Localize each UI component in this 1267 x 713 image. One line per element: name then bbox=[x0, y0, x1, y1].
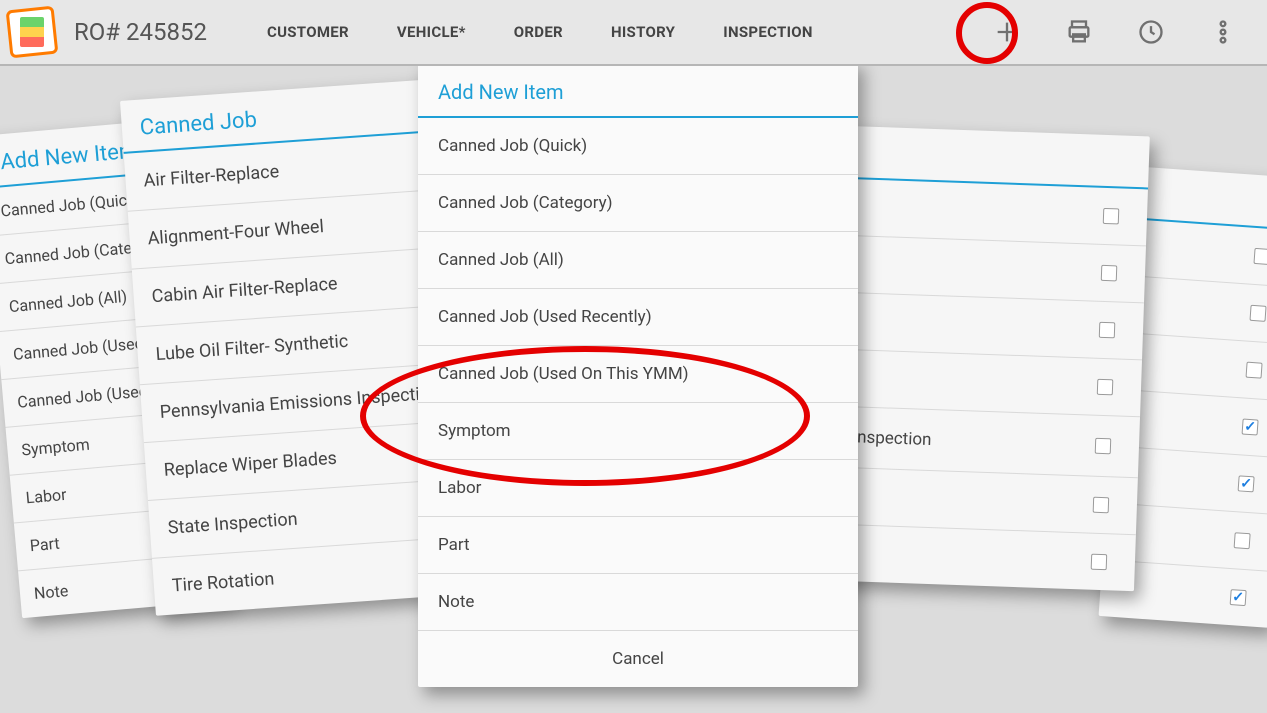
option-canned-recent[interactable]: Canned Job (Used Recently) bbox=[418, 289, 858, 346]
clock-icon bbox=[1137, 18, 1165, 46]
list-item[interactable] bbox=[834, 525, 1136, 591]
checkbox-icon[interactable] bbox=[1103, 208, 1120, 225]
history-button[interactable] bbox=[1125, 6, 1177, 58]
dialog-add-new-item: Add New Item Canned Job (Quick) Canned J… bbox=[418, 60, 858, 687]
more-vert-icon bbox=[1209, 18, 1237, 46]
row-label: nspection bbox=[857, 427, 932, 450]
checkbox-icon[interactable] bbox=[1230, 589, 1247, 606]
stage: nspection Add New Item Canned Job (Quick… bbox=[0, 66, 1267, 713]
checkbox-icon[interactable] bbox=[1249, 305, 1266, 322]
printer-icon bbox=[1065, 18, 1093, 46]
list-item[interactable] bbox=[836, 468, 1138, 535]
checkbox-icon[interactable] bbox=[1238, 475, 1255, 492]
checkbox-icon[interactable] bbox=[1091, 554, 1108, 571]
checkbox-icon[interactable] bbox=[1253, 248, 1267, 265]
add-button[interactable] bbox=[981, 6, 1033, 58]
tab-order[interactable]: ORDER bbox=[490, 23, 587, 41]
option-canned-all[interactable]: Canned Job (All) bbox=[418, 232, 858, 289]
list-item[interactable] bbox=[846, 179, 1148, 246]
top-toolbar: RO# 245852 CUSTOMER VEHICLE* ORDER HISTO… bbox=[0, 0, 1267, 66]
tab-vehicle[interactable]: VEHICLE* bbox=[373, 23, 490, 41]
list-item[interactable] bbox=[840, 350, 1142, 417]
option-symptom[interactable]: Symptom bbox=[418, 403, 858, 460]
checkbox-icon[interactable] bbox=[1242, 418, 1259, 435]
list-item[interactable] bbox=[842, 293, 1144, 360]
option-canned-ymm[interactable]: Canned Job (Used On This YMM) bbox=[418, 346, 858, 403]
option-note[interactable]: Note bbox=[418, 574, 858, 631]
list-item[interactable]: nspection bbox=[838, 407, 1140, 478]
checkbox-icon[interactable] bbox=[1095, 438, 1112, 455]
print-button[interactable] bbox=[1053, 6, 1105, 58]
app-logo bbox=[6, 6, 59, 59]
panel-checklist-1: nspection bbox=[834, 126, 1150, 591]
option-canned-category[interactable]: Canned Job (Category) bbox=[418, 175, 858, 232]
option-canned-quick[interactable]: Canned Job (Quick) bbox=[418, 118, 858, 175]
ro-number: RO# 245852 bbox=[74, 18, 207, 46]
header-tabs: CUSTOMER VEHICLE* ORDER HISTORY INSPECTI… bbox=[243, 23, 837, 41]
option-part[interactable]: Part bbox=[418, 517, 858, 574]
checkbox-icon[interactable] bbox=[1246, 362, 1263, 379]
checkbox-icon[interactable] bbox=[1097, 379, 1114, 396]
dialog-title: Add New Item bbox=[418, 60, 858, 118]
cancel-button[interactable]: Cancel bbox=[418, 631, 858, 687]
tab-inspection[interactable]: INSPECTION bbox=[699, 23, 837, 41]
option-labor[interactable]: Labor bbox=[418, 460, 858, 517]
tab-history[interactable]: HISTORY bbox=[587, 23, 699, 41]
more-button[interactable] bbox=[1197, 6, 1249, 58]
list-item[interactable] bbox=[844, 236, 1146, 303]
checkbox-icon[interactable] bbox=[1093, 497, 1110, 514]
tab-customer[interactable]: CUSTOMER bbox=[243, 23, 373, 41]
checkbox-icon[interactable] bbox=[1234, 532, 1251, 549]
checkbox-icon[interactable] bbox=[1099, 322, 1116, 339]
checkbox-icon[interactable] bbox=[1101, 265, 1118, 282]
plus-icon bbox=[993, 18, 1021, 46]
